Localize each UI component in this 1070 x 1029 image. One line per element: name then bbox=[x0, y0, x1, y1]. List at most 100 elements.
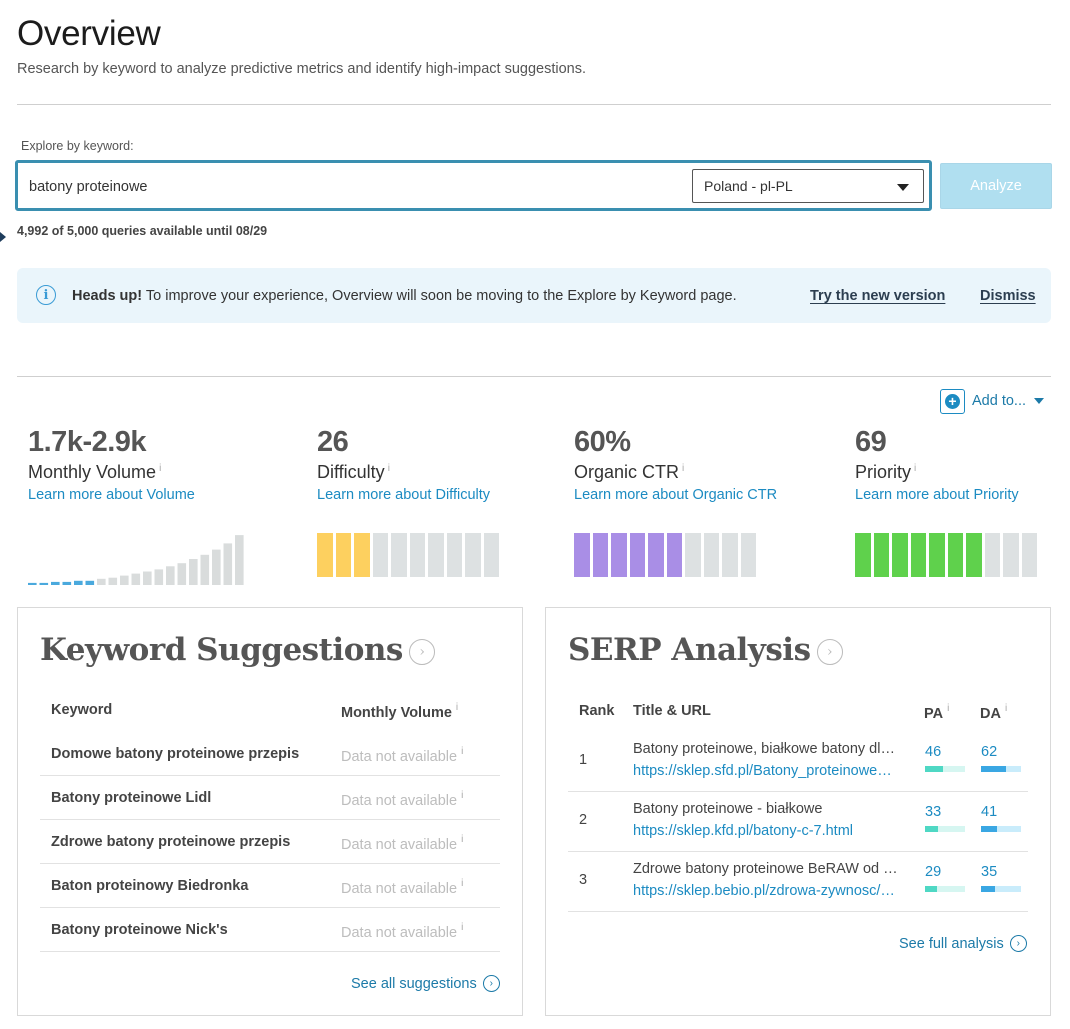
info-banner: i Heads up! To improve your experience, … bbox=[17, 268, 1051, 323]
info-superscript-icon: i bbox=[1004, 703, 1008, 714]
dismiss-link[interactable]: Dismiss bbox=[980, 288, 1036, 304]
card-title: Keyword Suggestions › bbox=[40, 632, 435, 668]
bar-segment bbox=[409, 533, 425, 577]
side-marker-icon bbox=[0, 232, 6, 242]
volume-bar bbox=[97, 578, 106, 585]
bar-segment bbox=[740, 533, 756, 577]
col-header-rank: Rank bbox=[579, 703, 615, 719]
card-title: SERP Analysis › bbox=[568, 632, 843, 668]
analyze-button[interactable]: Analyze bbox=[940, 163, 1052, 209]
caret-down-icon bbox=[1034, 398, 1045, 404]
metric-label: Organic CTR i bbox=[574, 462, 685, 482]
da-score: 41 bbox=[981, 804, 998, 820]
organic-ctr-bar bbox=[574, 533, 756, 577]
locale-select-value: Poland - pl-PL bbox=[704, 178, 793, 194]
keyword-search-input[interactable] bbox=[29, 176, 669, 198]
pa-bar bbox=[925, 766, 965, 772]
table-row: 1 Batony proteinowe, białkowe batony dl… h… bbox=[568, 732, 1028, 792]
bar-segment bbox=[703, 533, 719, 577]
locale-select[interactable]: Poland - pl-PL bbox=[692, 169, 924, 203]
info-superscript-icon: i bbox=[159, 463, 162, 474]
keyword-cell[interactable]: Domowe batony proteinowe przepis bbox=[51, 746, 299, 762]
difficulty-bar bbox=[317, 533, 499, 577]
volume-bar bbox=[28, 582, 37, 585]
result-title: Batony proteinowe, białkowe batony dl… bbox=[633, 741, 895, 757]
info-superscript-icon: i bbox=[461, 746, 464, 757]
volume-bar bbox=[62, 581, 72, 585]
priority-bar bbox=[855, 533, 1037, 577]
table-row: 2 Batony proteinowe - białkowe https://skl… bbox=[568, 792, 1028, 852]
serp-analysis-card: SERP Analysis › Rank Title & URL PA i DA i … bbox=[545, 607, 1051, 1016]
table-row[interactable]: Zdrowe batony proteinowe przepis Data not… bbox=[40, 820, 500, 864]
chevron-right-circle-icon[interactable]: › bbox=[816, 639, 843, 665]
table-row[interactable]: Batony proteinowe Nick's Data not availab… bbox=[40, 908, 500, 952]
learn-more-priority-link[interactable]: Learn more about Priority bbox=[855, 487, 1019, 503]
keyword-cell[interactable]: Batony proteinowe Nick's bbox=[51, 922, 228, 938]
volume-cell: Data not available i bbox=[341, 746, 464, 765]
banner-message: To improve your experience, Overview wil… bbox=[145, 288, 737, 304]
page-title: Overview bbox=[17, 14, 161, 53]
result-url-link[interactable]: https://sklep.bebio.pl/zdrowa-zywnosc/… bbox=[633, 883, 909, 899]
keyword-cell[interactable]: Baton proteinowy Biedronka bbox=[51, 878, 248, 894]
bar-segment bbox=[446, 533, 462, 577]
metric-priority: 69 Priority i Learn more about Priority bbox=[855, 426, 1019, 503]
keyword-cell[interactable]: Batony proteinowe Lidl bbox=[51, 790, 211, 806]
keyword-suggestions-card: Keyword Suggestions › Keyword Monthly Vol… bbox=[17, 607, 523, 1016]
volume-cell: Data not available i bbox=[341, 790, 464, 809]
volume-bar bbox=[131, 573, 141, 585]
da-bar bbox=[981, 766, 1021, 772]
result-title: Zdrowe batony proteinowe BeRAW od … bbox=[633, 861, 898, 877]
chevron-right-circle-icon[interactable]: › bbox=[408, 639, 435, 665]
learn-more-difficulty-link[interactable]: Learn more about Difficulty bbox=[317, 487, 490, 503]
bar-segment bbox=[929, 533, 945, 577]
learn-more-ctr-link[interactable]: Learn more about Organic CTR bbox=[574, 487, 777, 503]
divider-middle bbox=[17, 376, 1051, 377]
info-superscript-icon: i bbox=[461, 878, 464, 889]
volume-bar bbox=[51, 581, 60, 585]
info-superscript-icon: i bbox=[682, 463, 685, 474]
metric-value: 60% bbox=[574, 426, 631, 458]
metric-label: Monthly Volume i bbox=[28, 462, 162, 482]
metric-value: 1.7k-2.9k bbox=[28, 426, 147, 458]
search-box: Poland - pl-PL bbox=[15, 160, 932, 211]
see-full-analysis-link[interactable]: See full analysis › bbox=[899, 935, 1027, 952]
table-row[interactable]: Baton proteinowy Biedronka Data not avail… bbox=[40, 864, 500, 908]
volume-bar bbox=[74, 580, 83, 585]
volume-cell: Data not available i bbox=[341, 878, 464, 897]
metric-volume: 1.7k-2.9k Monthly Volume i Learn more abo… bbox=[28, 426, 195, 503]
metric-value: 26 bbox=[317, 426, 349, 458]
bar-segment bbox=[892, 533, 908, 577]
table-row[interactable]: Domowe batony proteinowe przepis Data not… bbox=[40, 732, 500, 776]
bar-segment bbox=[1021, 533, 1037, 577]
col-header-keyword: Keyword bbox=[51, 702, 113, 718]
add-to-button[interactable]: + Add to... bbox=[940, 388, 1045, 414]
bar-segment bbox=[354, 533, 370, 577]
bar-segment bbox=[910, 533, 926, 577]
keyword-cell[interactable]: Zdrowe batony proteinowe przepis bbox=[51, 834, 290, 850]
volume-bar bbox=[235, 535, 244, 585]
table-row[interactable]: Batony proteinowe Lidl Data not available… bbox=[40, 776, 500, 820]
result-url-link[interactable]: https://sklep.sfd.pl/Batony_proteinowe… bbox=[633, 763, 909, 779]
chevron-right-circle-icon: › bbox=[482, 975, 500, 992]
volume-bar bbox=[154, 569, 164, 585]
table-row: 3 Zdrowe batony proteinowe BeRAW od … http… bbox=[568, 852, 1028, 912]
volume-bar bbox=[200, 554, 210, 585]
rank-cell: 2 bbox=[579, 812, 588, 828]
try-new-version-link[interactable]: Try the new version bbox=[810, 288, 945, 304]
bar-segment bbox=[873, 533, 889, 577]
bar-segment bbox=[391, 533, 407, 577]
info-icon: i bbox=[36, 285, 56, 305]
see-all-suggestions-link[interactable]: See all suggestions › bbox=[351, 975, 500, 992]
learn-more-volume-link[interactable]: Learn more about Volume bbox=[28, 487, 195, 503]
volume-bar bbox=[39, 582, 49, 585]
da-bar bbox=[981, 826, 1021, 832]
volume-cell: Data not available i bbox=[341, 922, 464, 941]
col-header-volume: Monthly Volume i bbox=[341, 702, 459, 721]
bar-segment bbox=[966, 533, 982, 577]
metric-organic-ctr: 60% Organic CTR i Learn more about Organi… bbox=[574, 426, 777, 503]
info-superscript-icon: i bbox=[461, 790, 464, 801]
banner-text: Heads up! To improve your experience, Ov… bbox=[72, 288, 737, 304]
bar-segment bbox=[629, 533, 645, 577]
result-url-link[interactable]: https://sklep.kfd.pl/batony-c-7.html bbox=[633, 823, 909, 839]
bar-segment bbox=[984, 533, 1000, 577]
